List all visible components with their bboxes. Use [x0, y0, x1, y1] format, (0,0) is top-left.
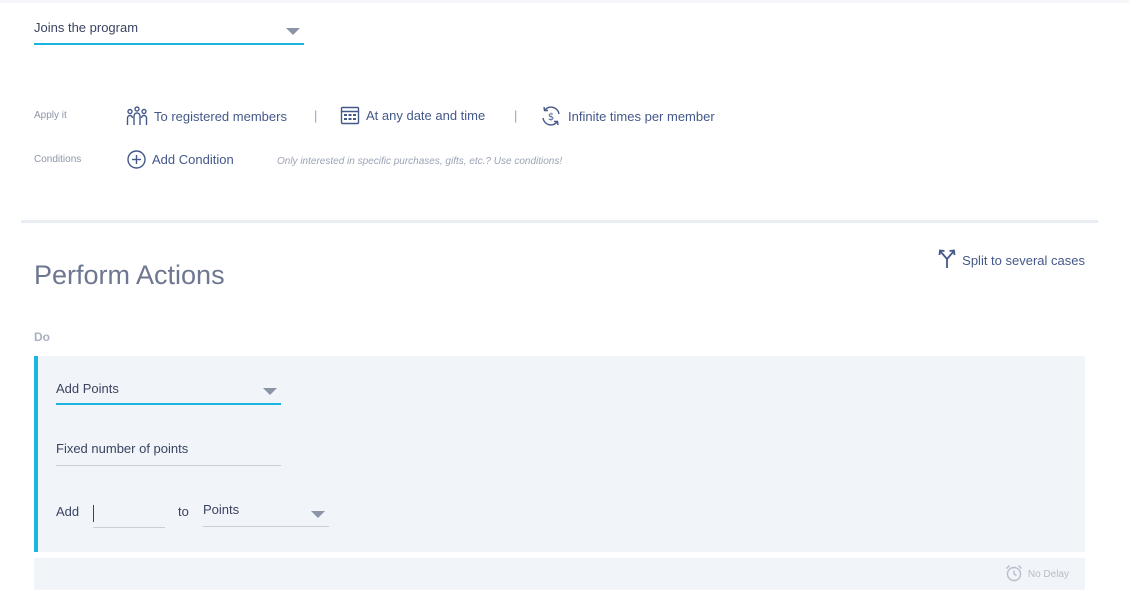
chevron-down-icon	[286, 28, 300, 35]
conditions-label: Conditions	[34, 154, 82, 165]
split-icon	[938, 249, 956, 272]
action-type-select[interactable]: Add Points	[56, 381, 281, 405]
add-condition-label: Add Condition	[152, 152, 234, 167]
svg-text:$: $	[548, 112, 554, 123]
action-footer: No Delay	[34, 558, 1085, 590]
delay-button[interactable]: No Delay	[1005, 564, 1069, 585]
action-type-value: Add Points	[56, 381, 119, 396]
plus-circle-icon	[127, 150, 146, 169]
text-cursor	[93, 505, 94, 522]
trigger-select[interactable]: Joins the program	[34, 20, 304, 45]
points-mode-field[interactable]: Fixed number of points	[56, 441, 281, 466]
do-label: Do	[34, 330, 50, 344]
top-border	[0, 0, 1129, 3]
add-condition-button[interactable]: Add Condition	[127, 150, 234, 169]
section-divider	[21, 220, 1098, 223]
recurring-dollar-icon: $	[540, 105, 562, 127]
points-target-select[interactable]: Points	[203, 502, 329, 527]
alarm-clock-icon	[1005, 564, 1023, 585]
apply-members-label: To registered members	[154, 108, 287, 124]
add-label: Add	[56, 504, 80, 519]
points-target-value: Points	[203, 502, 240, 517]
points-mode-value: Fixed number of points	[56, 441, 189, 456]
delay-label: No Delay	[1027, 569, 1069, 580]
chevron-down-icon	[311, 511, 325, 518]
separator: |	[314, 108, 318, 123]
separator: |	[514, 108, 518, 123]
to-label: to	[178, 504, 189, 519]
apply-members-button[interactable]: To registered members	[126, 105, 287, 127]
members-icon	[126, 105, 148, 127]
apply-frequency-label: Infinite times per member	[568, 108, 715, 124]
calendar-icon	[340, 105, 360, 125]
apply-frequency-button[interactable]: $ Infinite times per member	[540, 105, 715, 127]
split-cases-label: Split to several cases	[962, 253, 1085, 268]
conditions-hint: Only interested in specific purchases, g…	[277, 156, 563, 167]
page-title: Perform Actions	[34, 260, 225, 290]
split-cases-button[interactable]: Split to several cases	[938, 249, 1085, 272]
action-panel: Add Points Fixed number of points Add to…	[34, 356, 1085, 552]
apply-time-label: At any date and time	[366, 107, 486, 123]
apply-label: Apply it	[34, 110, 67, 121]
chevron-down-icon	[263, 388, 277, 395]
points-amount-input[interactable]	[93, 504, 165, 528]
trigger-select-value: Joins the program	[34, 20, 139, 35]
apply-time-button[interactable]: At any date and time	[340, 105, 485, 125]
